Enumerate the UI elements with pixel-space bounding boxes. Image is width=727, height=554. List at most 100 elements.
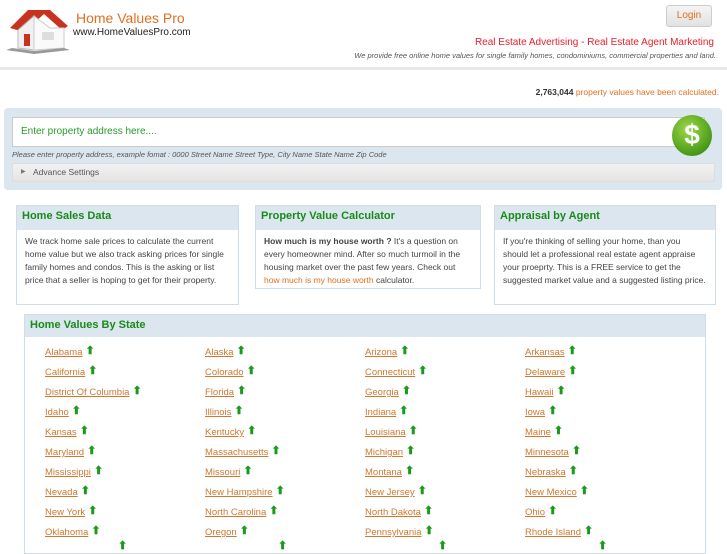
state-link[interactable]: Oregon ⬆ (205, 524, 249, 538)
state-name: Mississippi (45, 467, 91, 478)
state-name: New Jersey (365, 487, 415, 498)
state-link[interactable]: Massachusetts ⬆ (205, 444, 281, 458)
state-link[interactable]: Indiana ⬆ (365, 404, 408, 418)
box-text: If you're thinking of selling your home,… (503, 236, 706, 285)
home-values-by-state: Home Values By State Alabama ⬆ Alaska ⬆ Ariz… (24, 314, 706, 554)
arrow-up-icon: ⬆ (269, 505, 279, 517)
state-name: Kentucky (205, 427, 245, 438)
arrow-up-icon: ⬆ (424, 525, 434, 537)
link-separator: - (581, 37, 585, 48)
arrow-up-icon: ⬆ (239, 525, 249, 537)
state-link[interactable]: New Mexico ⬆ (525, 484, 589, 498)
arrow-up-icon: ⬆ (598, 540, 608, 552)
arrow-up-icon: ⬆ (423, 505, 434, 517)
state-name: Minnesota (525, 447, 569, 458)
arrow-up-icon: ⬆ (234, 405, 244, 417)
state-name: Iowa (525, 407, 546, 418)
values-counter: 2,763,044 property values have been calc… (536, 87, 719, 97)
state-name: Kansas (45, 427, 77, 438)
state-link[interactable]: Oklahoma ⬆ (45, 524, 101, 538)
state-link[interactable]: Alaska ⬆ (205, 344, 246, 358)
state-name: Maryland (45, 447, 85, 458)
state-link[interactable]: Maine ⬆ (525, 424, 563, 438)
box-title: Appraisal by Agent (495, 206, 715, 230)
box-title: Property Value Calculator (256, 206, 480, 230)
state-name: Oregon (205, 527, 237, 538)
arrow-up-icon: ⬆ (71, 405, 81, 417)
arrow-up-icon: ⬆ (401, 385, 412, 397)
state-link[interactable]: Florida ⬆ (205, 384, 246, 398)
state-name: Massachusetts (205, 447, 269, 458)
arrow-up-icon: ⬆ (271, 445, 281, 457)
state-link[interactable]: New Jersey ⬆ (365, 484, 427, 498)
state-link[interactable]: Colorado ⬆ (205, 364, 256, 378)
state-name: New York (45, 507, 86, 518)
state-link[interactable]: North Carolina ⬆ (205, 504, 278, 518)
state-name: Colorado (205, 367, 244, 378)
state-link[interactable]: Arizona ⬆ (365, 344, 409, 358)
state-link[interactable]: Maryland ⬆ (45, 444, 96, 458)
state-name: Arkansas (525, 347, 565, 358)
state-link[interactable]: Iowa ⬆ (525, 404, 557, 418)
house-logo-icon[interactable] (4, 4, 72, 54)
arrow-up-icon: ⬆ (417, 485, 427, 497)
state-link[interactable]: North Dakota ⬆ (365, 504, 433, 518)
box-bold: How much is my house worth ? (264, 236, 392, 246)
state-link[interactable]: Hawaii ⬆ (525, 384, 566, 398)
state-name: Michigan (365, 447, 404, 458)
arrow-up-icon: ⬆ (85, 345, 95, 357)
state-link[interactable]: Georgia ⬆ (365, 384, 411, 398)
state-link[interactable]: Minnesota ⬆ (525, 444, 581, 458)
arrow-up-icon: ⬆ (556, 385, 566, 397)
state-link[interactable]: Nebraska ⬆ (525, 464, 578, 478)
arrow-up-icon: ⬆ (91, 525, 101, 537)
state-link[interactable]: District Of Columbia ⬆ (45, 384, 142, 398)
state-link[interactable]: California ⬆ (45, 364, 97, 378)
state-link[interactable]: Alabama ⬆ (45, 344, 95, 358)
address-input[interactable]: Enter property address here.... (12, 117, 705, 147)
state-link[interactable]: Montana ⬆ (365, 464, 414, 478)
arrow-up-icon: ⬆ (548, 405, 558, 417)
house-worth-link[interactable]: how much is my house worth (264, 275, 374, 285)
state-link[interactable]: Mississippi ⬆ (45, 464, 103, 478)
state-name: Arizona (365, 347, 398, 358)
arrow-up-icon: ⬆ (88, 505, 98, 517)
arrow-up-icon: ⬆ (408, 425, 418, 437)
real-estate-advertising-link[interactable]: Real Estate Advertising (475, 37, 578, 48)
tagline: We provide free online home values for s… (354, 51, 716, 60)
arrow-up-icon: ⬆ (404, 465, 415, 477)
state-name: California (45, 367, 86, 378)
state-link[interactable]: Idaho ⬆ (45, 404, 81, 418)
state-link[interactable]: Rhode Island ⬆ (525, 524, 593, 538)
state-name: North Dakota (365, 507, 421, 518)
dollar-icon[interactable]: $ (672, 115, 712, 156)
state-link[interactable]: Pennsylvania ⬆ (365, 524, 434, 538)
state-link[interactable]: Illinois ⬆ (205, 404, 244, 418)
box-title: Home Sales Data (17, 206, 238, 230)
state-name: Connecticut (365, 367, 416, 378)
login-button[interactable]: Login (666, 5, 712, 27)
state-link[interactable]: Kansas ⬆ (45, 424, 89, 438)
state-link[interactable]: Kentucky ⬆ (205, 424, 256, 438)
state-name: Nevada (45, 487, 78, 498)
state-link[interactable]: Ohio ⬆ (525, 504, 557, 518)
state-link[interactable]: Connecticut ⬆ (365, 364, 427, 378)
state-name: Delaware (525, 367, 566, 378)
state-link[interactable]: Missouri ⬆ (205, 464, 253, 478)
state-name: Ohio (525, 507, 546, 518)
brand-name[interactable]: Home Values Pro (76, 10, 185, 26)
state-link[interactable]: Michigan ⬆ (365, 444, 415, 458)
state-link[interactable]: Arkansas ⬆ (525, 344, 577, 358)
state-link[interactable]: New Hampshire ⬆ (205, 484, 285, 498)
state-link[interactable]: Delaware ⬆ (525, 364, 577, 378)
arrow-up-icon: ⬆ (553, 425, 564, 437)
state-name: Hawaii (525, 387, 554, 398)
state-link[interactable]: Nevada ⬆ (45, 484, 90, 498)
agent-marketing-link[interactable]: Real Estate Agent Marketing (587, 37, 714, 48)
state-link[interactable]: Louisiana ⬆ (365, 424, 418, 438)
header-links: Real Estate Advertising - Real Estate Ag… (475, 37, 714, 48)
advance-settings-toggle[interactable]: ▶ Advance Settings (12, 163, 715, 182)
advance-settings-label: Advance Settings (33, 167, 100, 177)
state-name: Illinois (205, 407, 232, 418)
state-link[interactable]: New York ⬆ (45, 504, 97, 518)
